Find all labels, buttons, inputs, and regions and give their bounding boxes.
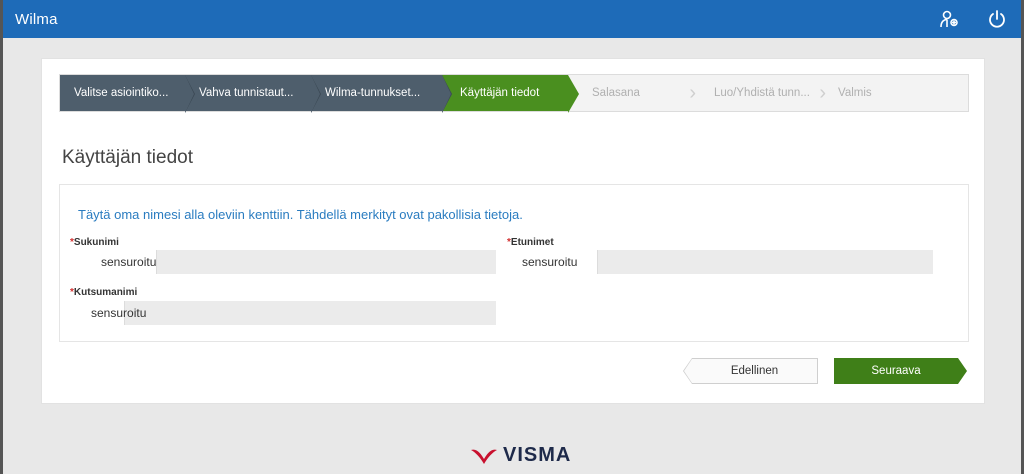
topbar-icons: [925, 0, 1021, 38]
user-switch-button[interactable]: [925, 0, 973, 38]
sukunimi-label-text: Sukunimi: [73, 237, 119, 248]
wizard-step-3[interactable]: Wilma-tunnukset...: [311, 75, 452, 113]
etunimet-field[interactable]: [512, 250, 933, 274]
page-title: Käyttäjän tiedot: [62, 147, 193, 168]
wizard-step-6: Luo/Yhdistä tunn... ›: [696, 75, 826, 111]
visma-logo-text: VISMA: [503, 443, 572, 466]
kutsumanimi-label-text: Kutsumanimi: [73, 287, 138, 298]
sukunimi-field[interactable]: [77, 250, 496, 274]
sukunimi-input[interactable]: [77, 250, 496, 274]
next-button[interactable]: Seuraava: [834, 358, 967, 384]
etunimet-label: *Etunimet: [507, 237, 554, 248]
kutsumanimi-label: *Kutsumanimi: [70, 287, 137, 298]
main-panel: Valitse asiointiko... Vahva tunnistaut..…: [41, 58, 985, 404]
wizard-step-2[interactable]: Vahva tunnistaut...: [185, 75, 321, 113]
form-instruction: Täytä oma nimesi alla oleviin kenttiin. …: [78, 207, 523, 222]
user-switch-icon: [940, 10, 958, 28]
wizard-step-label: Luo/Yhdistä tunn...: [714, 87, 810, 99]
visma-logo: VISMA: [469, 442, 571, 468]
previous-button[interactable]: Edellinen: [683, 358, 818, 384]
wizard-steps: Valitse asiointiko... Vahva tunnistaut..…: [59, 74, 969, 113]
kutsumanimi-input[interactable]: [77, 301, 496, 325]
chevron-right-icon: ›: [689, 82, 696, 104]
kutsumanimi-field[interactable]: [77, 301, 496, 325]
wizard-step-label: Wilma-tunnukset...: [325, 87, 421, 99]
etunimet-label-text: Etunimet: [510, 237, 554, 248]
visma-logo-icon: [471, 449, 497, 464]
sukunimi-label: *Sukunimi: [70, 237, 119, 248]
wizard-step-4[interactable]: Käyttäjän tiedot: [442, 75, 579, 113]
wizard-step-label: Valmis: [838, 87, 872, 99]
wizard-step-1[interactable]: Valitse asiointiko...: [60, 75, 195, 113]
wizard-step-label: Vahva tunnistaut...: [199, 87, 294, 99]
etunimet-input[interactable]: [512, 250, 933, 274]
chevron-right-icon: ›: [819, 82, 826, 104]
app-title[interactable]: Wilma: [15, 11, 58, 28]
logout-button[interactable]: [973, 0, 1021, 38]
wizard-step-label: Salasana: [592, 87, 640, 99]
top-bar: Wilma: [3, 0, 1021, 38]
wizard-step-label: Käyttäjän tiedot: [460, 87, 540, 99]
wizard-step-label: Valitse asiointiko...: [74, 87, 169, 99]
power-icon: [989, 10, 1005, 28]
wizard-step-5: Salasana ›: [568, 75, 696, 111]
wizard-step-7: Valmis: [826, 75, 968, 111]
user-info-form: Täytä oma nimesi alla oleviin kenttiin. …: [59, 184, 969, 342]
